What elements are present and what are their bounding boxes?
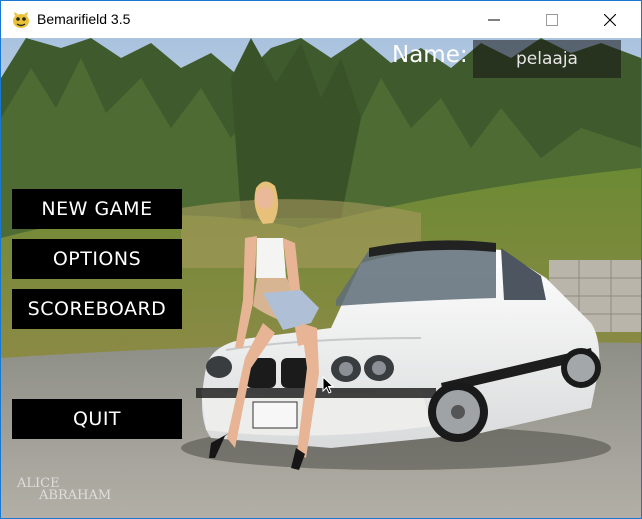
close-button[interactable] [587,1,633,38]
close-icon [604,14,616,26]
window-title: Bemarifield 3.5 [37,11,131,27]
quit-button[interactable]: QUIT [12,399,182,439]
pygame-snake-icon [13,12,29,28]
photo-watermark: ALICE ABRAHAM [17,477,112,503]
new-game-button[interactable]: NEW GAME [12,189,182,229]
player-name-label: Name: [392,42,468,68]
game-canvas[interactable]: NEW GAME OPTIONS SCOREBOARD QUIT Name: p… [1,38,641,518]
scoreboard-button[interactable]: SCOREBOARD [12,289,182,329]
maximize-icon [546,14,558,26]
mouse-cursor-icon [322,376,334,394]
minimize-button[interactable] [471,1,517,38]
options-button[interactable]: OPTIONS [12,239,182,279]
watermark-line-2: ABRAHAM [39,488,112,503]
maximize-button[interactable] [529,1,575,38]
player-name-input[interactable]: pelaaja [473,40,621,78]
title-bar[interactable]: Bemarifield 3.5 [1,1,641,38]
minimize-icon [488,19,500,21]
game-window: Bemarifield 3.5 NEW GAME OPTIONS SCOREBO… [0,0,642,519]
